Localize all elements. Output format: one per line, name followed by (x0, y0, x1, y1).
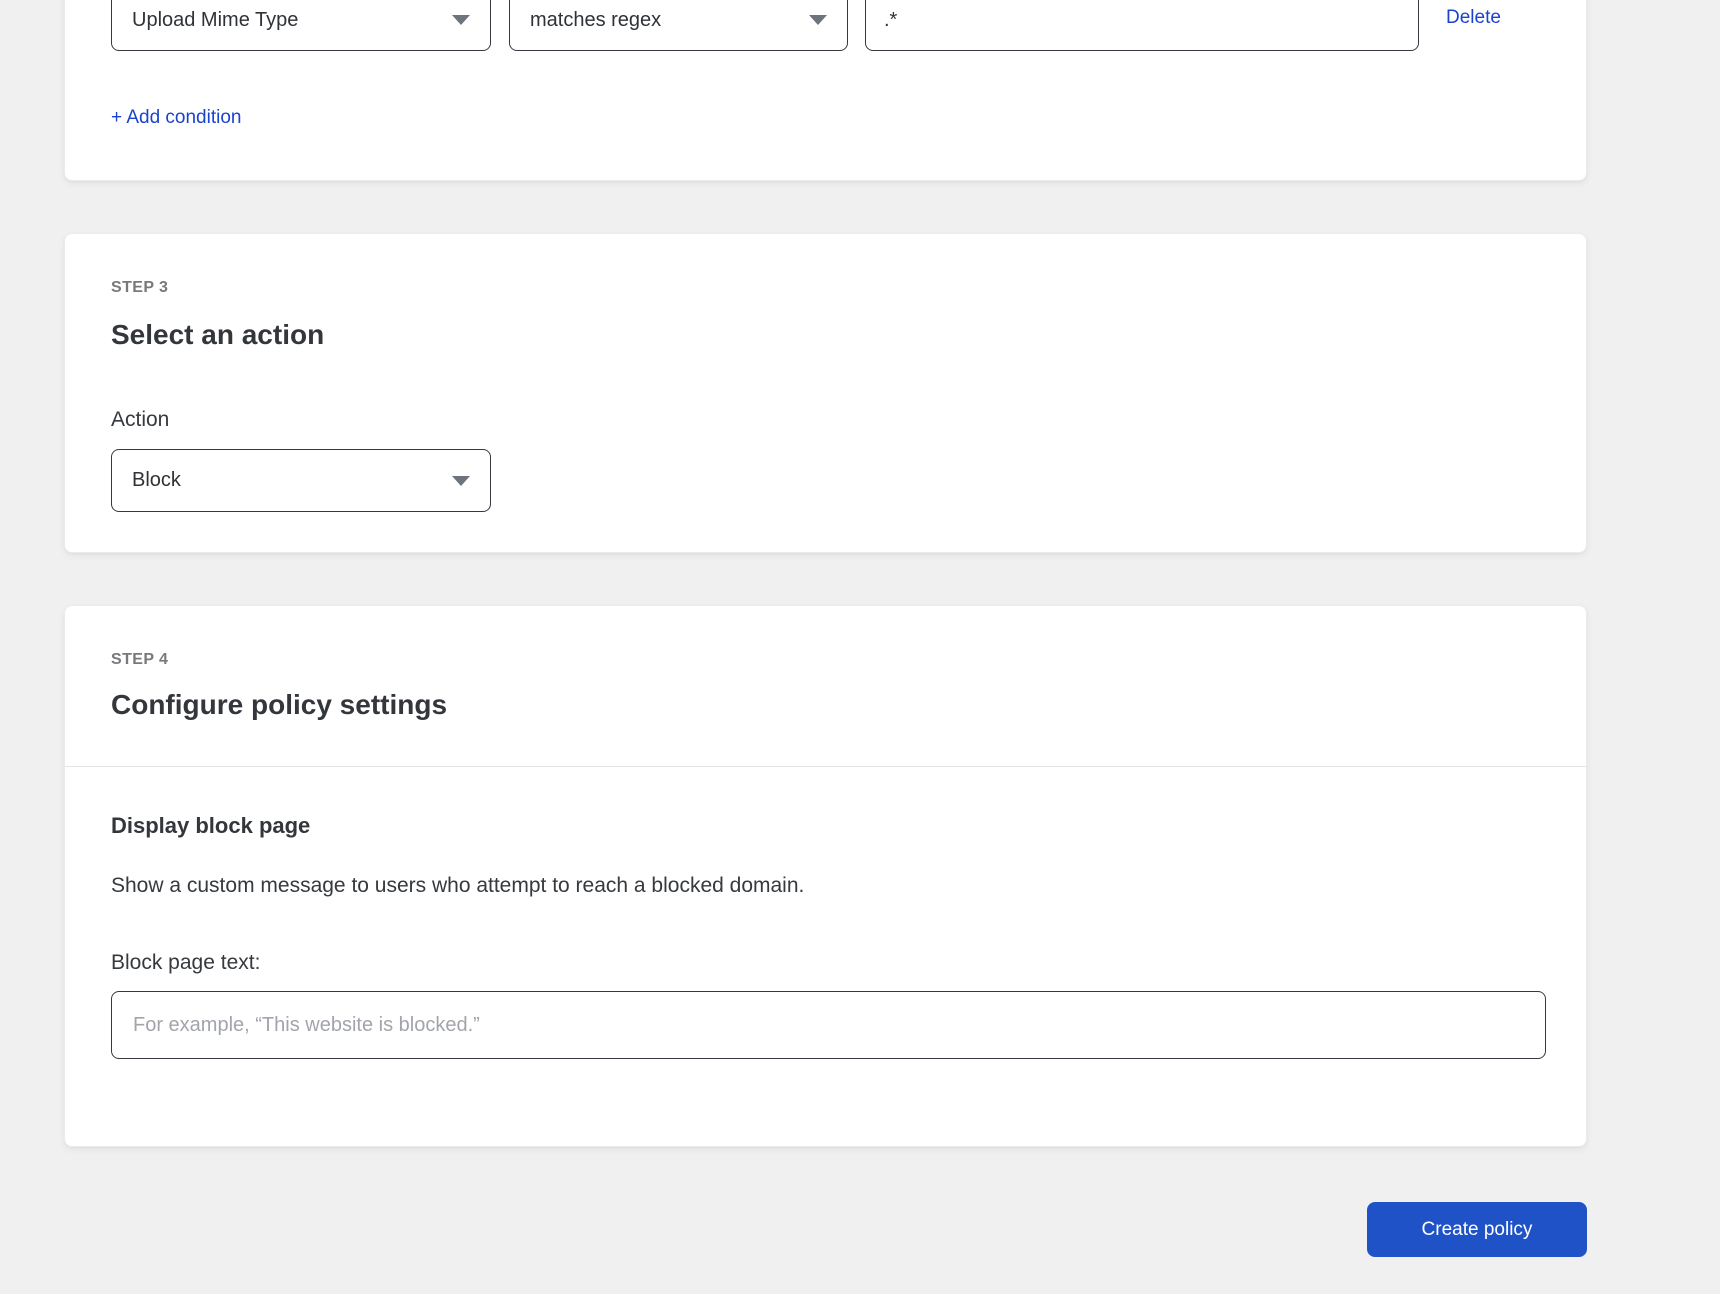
condition-operator-value: matches regex (530, 9, 661, 32)
step4-card: STEP 4 Configure policy settings Display… (64, 605, 1587, 1147)
create-policy-button[interactable]: Create policy (1367, 1202, 1587, 1257)
condition-selector-dropdown[interactable]: Upload Mime Type (111, 0, 491, 51)
step4-step-label: STEP 4 (111, 651, 168, 669)
step3-card: STEP 3 Select an action Action Block (64, 233, 1587, 553)
action-label: Action (111, 408, 169, 432)
chevron-down-icon (452, 476, 470, 486)
condition-operator-dropdown[interactable]: matches regex (509, 0, 848, 51)
condition-card: Upload Mime Type matches regex Delete + … (64, 0, 1587, 181)
add-condition-link[interactable]: + Add condition (111, 107, 241, 129)
chevron-down-icon (809, 15, 827, 25)
block-page-text-input[interactable] (111, 991, 1546, 1059)
step3-step-label: STEP 3 (111, 279, 168, 297)
block-page-description: Show a custom message to users who attem… (111, 874, 804, 898)
step3-title: Select an action (111, 318, 324, 352)
step4-title: Configure policy settings (111, 688, 447, 722)
condition-selector-value: Upload Mime Type (132, 9, 298, 32)
action-dropdown[interactable]: Block (111, 449, 491, 512)
delete-condition-link[interactable]: Delete (1446, 7, 1501, 29)
card-header-divider (65, 766, 1586, 767)
condition-value-input[interactable] (865, 0, 1419, 51)
display-block-page-heading: Display block page (111, 813, 310, 839)
chevron-down-icon (452, 15, 470, 25)
block-page-text-label: Block page text: (111, 951, 260, 975)
action-dropdown-value: Block (132, 469, 181, 492)
